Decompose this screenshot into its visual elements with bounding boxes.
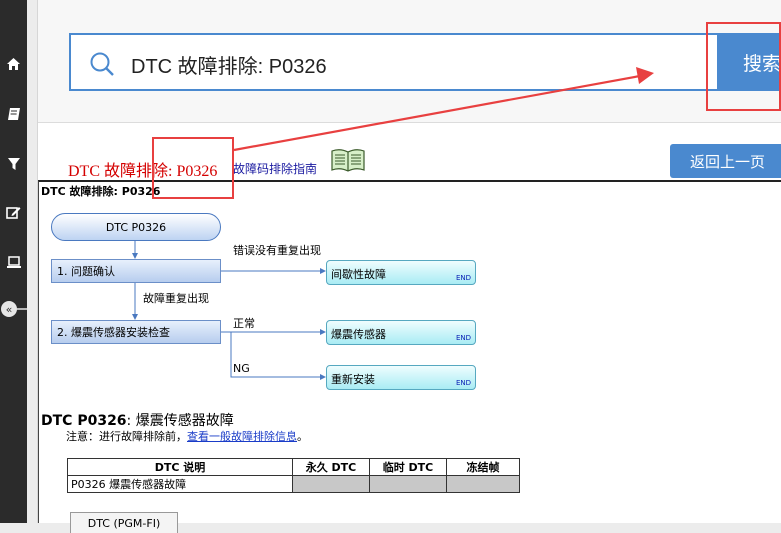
flow-start: DTC P0326 (51, 213, 221, 241)
flow-step-confirm[interactable]: 1. 问题确认 (51, 259, 221, 283)
flow-label-normal: 正常 (233, 317, 255, 330)
table-header: 永久 DTC (292, 458, 370, 476)
table-cell (446, 475, 520, 493)
search-area: DTC 故障排除: P0326 搜索 (38, 0, 781, 123)
open-book-icon[interactable] (330, 147, 366, 173)
flow-result-intermittent[interactable]: 间歇性故障 END (326, 260, 476, 285)
table-header: 临时 DTC (369, 458, 447, 476)
book-icon[interactable] (0, 100, 27, 128)
troubleshooting-guide-link[interactable]: 故障码排除指南 (233, 160, 317, 177)
search-value[interactable]: DTC 故障排除: P0326 (131, 50, 327, 79)
flow-label-not-reproduced: 错误没有重复出现 (233, 244, 321, 257)
filter-icon[interactable] (0, 150, 27, 178)
flow-result-reinstall[interactable]: 重新安装 END (326, 365, 476, 390)
flow-label-reproduced: 故障重复出现 (143, 292, 209, 305)
general-troubleshooting-link[interactable]: 查看一般故障排除信息 (187, 430, 297, 443)
sidebar: « (0, 0, 27, 523)
dtc-table: DTC 说明 永久 DTC 临时 DTC 冻结帧 P0326 爆震传感器故障 (67, 458, 520, 493)
table-header: DTC 说明 (67, 458, 293, 476)
table-row: P0326 爆震传感器故障 (67, 475, 520, 493)
section-title: DTC P0326: 爆震传感器故障 (41, 413, 234, 429)
home-icon[interactable] (0, 50, 27, 78)
search-icon (90, 52, 114, 76)
svg-text:«: « (6, 303, 13, 316)
annotation-box-title (152, 137, 234, 199)
search-input[interactable]: DTC 故障排除: P0326 (69, 33, 719, 91)
document-content: DTC 故障排除: P0326 DTC P0326 1. 问题确认 2. 爆震传… (38, 180, 781, 533)
table-cell (292, 475, 370, 493)
back-button[interactable]: 返回上一页 (670, 144, 781, 178)
table-header: 冻结帧 (446, 458, 520, 476)
collapse-icon[interactable]: « (0, 295, 27, 323)
laptop-icon[interactable] (0, 248, 27, 276)
edit-icon[interactable] (0, 198, 27, 226)
flow-result-knock-sensor[interactable]: 爆震传感器 END (326, 320, 476, 345)
flow-step-sensor-check[interactable]: 2. 爆震传感器安装检查 (51, 320, 221, 344)
note-text: 注意：进行故障排除前，查看一般故障排除信息。 (66, 430, 308, 443)
table-cell: P0326 爆震传感器故障 (67, 475, 293, 493)
main-panel: DTC 故障排除: P0326 搜索 DTC 故障排除: P0326 故障码排除… (37, 0, 781, 533)
table-cell (369, 475, 447, 493)
annotation-box-search-button (706, 22, 781, 111)
flow-label-ng: NG (233, 362, 250, 375)
